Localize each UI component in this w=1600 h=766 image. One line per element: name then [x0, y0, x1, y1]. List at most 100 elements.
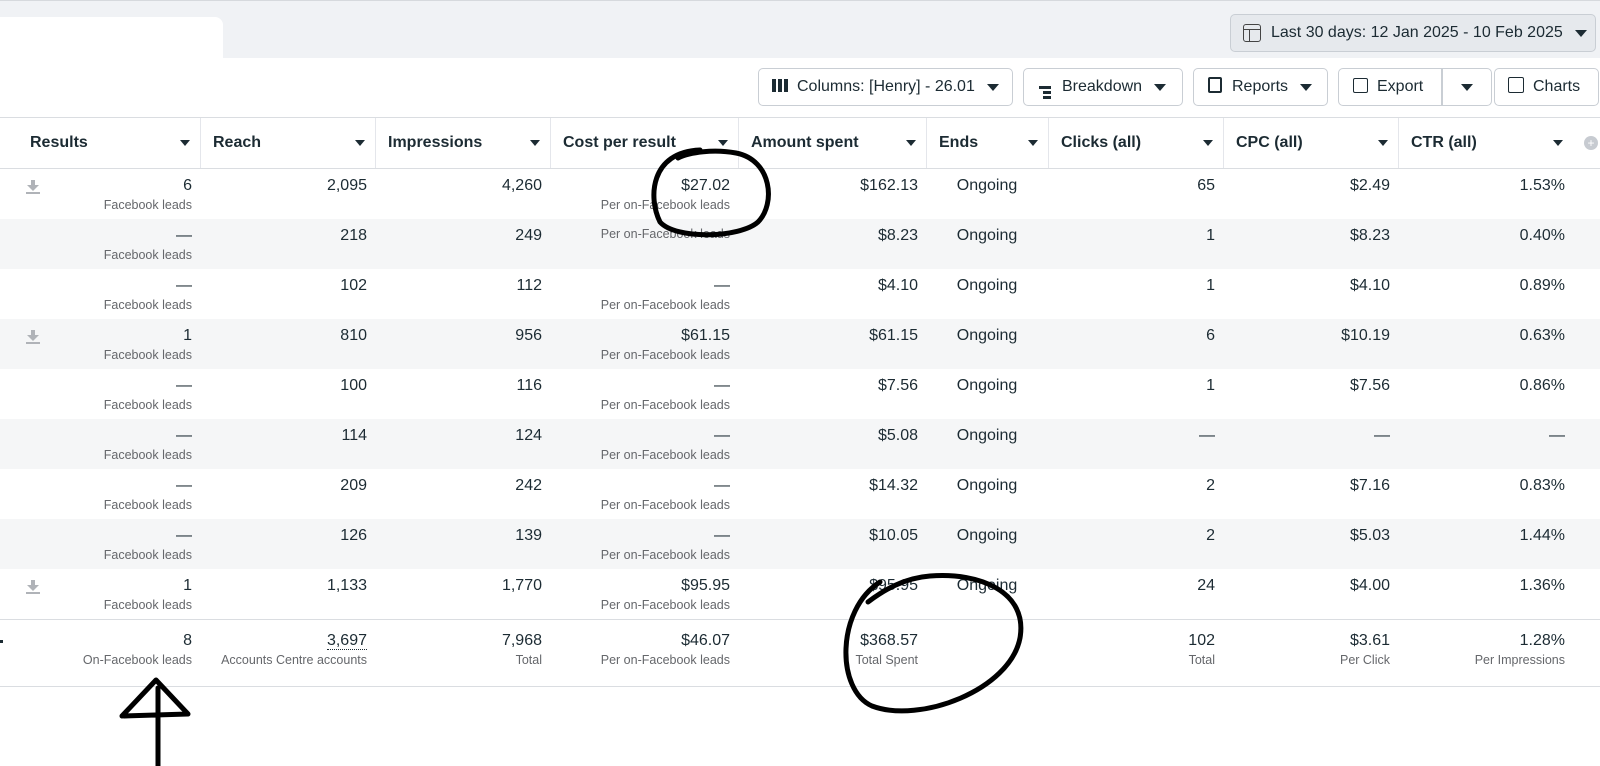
impressions-cell: 116: [375, 369, 550, 419]
impressions-cell-value: 249: [515, 227, 542, 244]
reach-cell-value: 218: [340, 227, 367, 244]
results-cell-value: —: [176, 377, 192, 394]
ctr-cell-value: 0.63%: [1519, 327, 1565, 344]
cost-per-result-cell-subtext: Per on-Facebook leads: [600, 298, 730, 312]
amount-spent-cell: $10.05: [738, 519, 926, 569]
table-row[interactable]: — Facebook leads 126 139 — Per on-Facebook le…: [0, 519, 1600, 569]
ctr-cell-value: 0.89%: [1519, 277, 1565, 294]
amount-spent-cell-value: $162.13: [860, 177, 918, 194]
column-header-results[interactable]: Results: [18, 118, 200, 168]
cpc-cell-value: $8.23: [1349, 227, 1390, 244]
charts-button[interactable]: Charts: [1494, 68, 1599, 106]
ends-cell: Ongoing: [926, 469, 1048, 519]
ctr-cell: 0.63%: [1398, 319, 1573, 369]
cpc-cell: $4.00: [1223, 569, 1398, 619]
ends-cell-value: Ongoing: [956, 527, 1018, 544]
table-row[interactable]: — Facebook leads 209 242 — Per on-Facebook le…: [0, 469, 1600, 519]
clicks-cell-value: 65: [1197, 177, 1215, 194]
ctr-cell-value: 0.83%: [1519, 477, 1565, 494]
chevron-down-icon: [986, 83, 999, 91]
table-header: Results Reach Impressions Cost per resul…: [0, 117, 1600, 169]
breakdown-label: Breakdown: [1062, 78, 1143, 95]
ctr-cell-value: —: [1549, 427, 1565, 444]
results-cell: — Facebook leads: [18, 369, 200, 419]
date-range-button[interactable]: Last 30 days: 12 Jan 2025 - 10 Feb 2025: [1230, 14, 1596, 52]
reports-button[interactable]: Reports: [1193, 68, 1328, 106]
total-cpc-value: $3.61: [1349, 632, 1390, 649]
total-clicks: 102 Total: [1048, 620, 1223, 686]
sort-icon[interactable]: [906, 140, 916, 146]
impressions-cell-value: 124: [515, 427, 542, 444]
column-header-ctr[interactable]: CTR (all): [1398, 118, 1573, 168]
table-row[interactable]: — Facebook leads 218 249 Per on-Facebook lea…: [0, 219, 1600, 269]
total-cost-per-result-value-wrap: $46.07: [550, 632, 730, 650]
column-header-impressions[interactable]: Impressions: [375, 118, 550, 168]
amount-spent-cell-value: $10.05: [869, 527, 918, 544]
amount-spent-cell-value: $95.95: [869, 577, 918, 594]
cpc-cell: $2.49: [1223, 169, 1398, 219]
table-row[interactable]: — Facebook leads 114 124 — Per on-Facebook le…: [0, 419, 1600, 469]
ctr-cell: 0.83%: [1398, 469, 1573, 519]
ctr-cell-value: 0.86%: [1519, 377, 1565, 394]
column-header-reach[interactable]: Reach: [200, 118, 375, 168]
clicks-cell: 6: [1048, 319, 1223, 369]
results-cell-subtext: Facebook leads: [103, 398, 192, 412]
export-options-button[interactable]: [1442, 68, 1492, 106]
table-row[interactable]: 1 Facebook leads 1,133 1,770 $95.95 Per on-Fa…: [0, 569, 1600, 619]
sort-icon[interactable]: [1203, 140, 1213, 146]
add-column-icon[interactable]: +: [1584, 136, 1598, 150]
sort-icon[interactable]: [1553, 140, 1563, 146]
cost-per-result-cell-subtext: Per on-Facebook leads: [600, 448, 730, 462]
sort-icon[interactable]: [530, 140, 540, 146]
amount-spent-cell: $4.10: [738, 269, 926, 319]
amount-spent-cell-value: $4.10: [877, 277, 918, 294]
calendar-icon: [1243, 24, 1261, 42]
cost-per-result-cell-value: —: [714, 427, 730, 444]
export-label: Export: [1377, 78, 1424, 95]
table-row[interactable]: — Facebook leads 102 112 — Per on-Facebook le…: [0, 269, 1600, 319]
sort-icon[interactable]: [1378, 140, 1388, 146]
total-ctr-value-wrap: 1.28%: [1398, 632, 1565, 650]
chevron-down-icon: [1300, 83, 1313, 91]
results-cell-value: 1: [183, 327, 192, 344]
results-cell-subtext: Facebook leads: [103, 248, 192, 262]
clicks-cell-value: —: [1199, 427, 1215, 444]
cpc-cell: $10.19: [1223, 319, 1398, 369]
amount-spent-cell-value: $61.15: [869, 327, 918, 344]
column-header-cost-per-result[interactable]: Cost per result: [550, 118, 738, 168]
clicks-cell-value: 24: [1197, 577, 1215, 594]
column-header-cpc[interactable]: CPC (all): [1223, 118, 1398, 168]
column-header-ends[interactable]: Ends: [926, 118, 1048, 168]
table-row[interactable]: — Facebook leads 100 116 — Per on-Facebook le…: [0, 369, 1600, 419]
sort-icon[interactable]: [355, 140, 365, 146]
active-tab-card[interactable]: [0, 17, 223, 61]
impressions-cell: 139: [375, 519, 550, 569]
breakdown-button[interactable]: Breakdown: [1023, 68, 1183, 106]
ctr-cell: 0.86%: [1398, 369, 1573, 419]
clicks-cell-value: 1: [1206, 277, 1215, 294]
amount-spent-cell: $8.23: [738, 219, 926, 269]
sort-icon[interactable]: [1028, 140, 1038, 146]
sort-icon[interactable]: [718, 140, 728, 146]
export-icon: [1351, 77, 1369, 97]
cost-per-result-cell: $27.02 Per on-Facebook leads: [550, 169, 738, 219]
sort-icon[interactable]: [180, 140, 190, 146]
column-header-amount-spent[interactable]: Amount spent: [738, 118, 926, 168]
amount-spent-cell-value: $5.08: [877, 427, 918, 444]
cost-per-result-cell-value: $27.02: [681, 177, 730, 194]
column-header-clicks[interactable]: Clicks (all): [1048, 118, 1223, 168]
ctr-cell-value: 0.40%: [1519, 227, 1565, 244]
total-reach-value[interactable]: 3,697: [326, 632, 367, 650]
columns-button[interactable]: Columns: [Henry] - 26.01: [758, 68, 1013, 106]
export-button[interactable]: Export: [1338, 68, 1442, 106]
ctr-cell: 1.36%: [1398, 569, 1573, 619]
table-row[interactable]: 1 Facebook leads 810 956 $61.15 Per on-Facebo…: [0, 319, 1600, 369]
cost-per-result-cell-value: —: [714, 527, 730, 544]
table-row[interactable]: 6 Facebook leads 2,095 4,260 $27.02 Per on-Fa…: [0, 169, 1600, 219]
top-bar: Last 30 days: 12 Jan 2025 - 10 Feb 2025: [0, 0, 1600, 61]
clicks-cell: 1: [1048, 219, 1223, 269]
results-cell-subtext: Facebook leads: [103, 448, 192, 462]
cost-per-result-cell-subtext: Per on-Facebook leads: [600, 227, 730, 241]
clicks-cell-value: 2: [1206, 527, 1215, 544]
total-results: 8 On-Facebook leads: [18, 620, 200, 686]
